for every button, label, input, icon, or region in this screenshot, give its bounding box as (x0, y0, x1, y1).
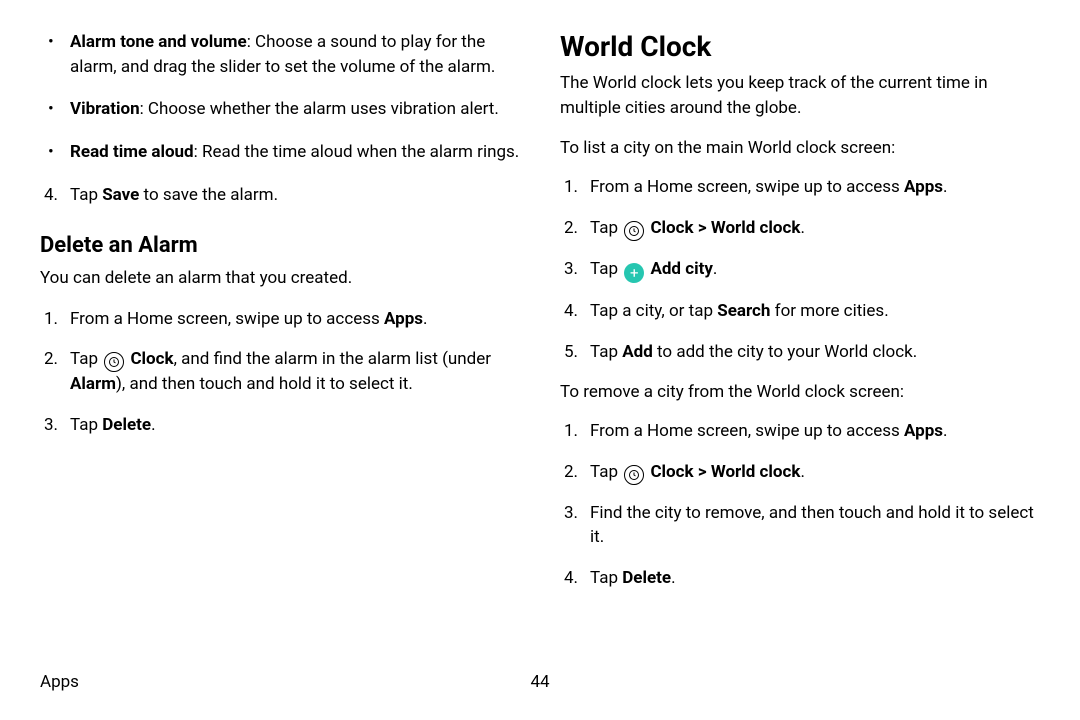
bullet-text: : Choose whether the alarm uses vibratio… (140, 99, 499, 119)
text: Tap (590, 259, 622, 279)
bold: Clock (650, 218, 693, 238)
text: Tap a city, or tap (590, 301, 717, 321)
text: . (671, 568, 675, 588)
text: . (800, 218, 804, 238)
add-city-lead: To list a city on the main World clock s… (560, 136, 1040, 161)
bold: Add (622, 342, 653, 362)
step-number: 4. (564, 299, 578, 324)
add-city-steps: 1. From a Home screen, swipe up to acces… (560, 175, 1040, 364)
bold: Delete (102, 415, 151, 435)
bullet-label: Read time aloud (70, 142, 194, 162)
delete-alarm-heading: Delete an Alarm (40, 233, 520, 258)
step-number: 2. (564, 460, 578, 485)
bullet-vibration: Vibration: Choose whether the alarm uses… (70, 97, 520, 122)
step-number: 4. (44, 183, 58, 208)
bold: Delete (622, 568, 671, 588)
text: . (943, 421, 947, 441)
text: Find the city to remove, and then touch … (590, 503, 1034, 548)
step-number: 1. (564, 175, 578, 200)
delete-steps: 1. From a Home screen, swipe up to acces… (40, 307, 520, 438)
text: , and find the alarm in the alarm list (… (174, 349, 491, 369)
text: Tap (590, 462, 622, 482)
text: ), and then touch and hold it to select … (116, 374, 413, 394)
step-text-a: Tap (70, 185, 102, 205)
left-column: Alarm tone and volume: Choose a sound to… (40, 30, 520, 607)
two-column-layout: Alarm tone and volume: Choose a sound to… (40, 30, 1040, 607)
text: From a Home screen, swipe up to access (590, 177, 904, 197)
step-number: 2. (44, 347, 58, 372)
alarm-save-step: 4. Tap Save to save the alarm. (40, 183, 520, 208)
bold: Clock (130, 349, 173, 369)
text: . (713, 259, 717, 279)
remove-city-steps: 1. From a Home screen, swipe up to acces… (560, 419, 1040, 591)
plus-icon: + (624, 263, 644, 283)
bold: World clock (711, 218, 801, 238)
text: . (800, 462, 804, 482)
text: Tap (590, 342, 622, 362)
bullet-alarm-tone: Alarm tone and volume: Choose a sound to… (70, 30, 520, 79)
world-clock-intro: The World clock lets you keep track of t… (560, 71, 1040, 120)
add-step-4: 4. Tap a city, or tap Search for more ci… (590, 299, 1040, 324)
step-save: 4. Tap Save to save the alarm. (70, 183, 520, 208)
step-number: 3. (564, 257, 578, 282)
bullet-text: : Read the time aloud when the alarm rin… (194, 142, 520, 162)
chevron-right-icon: > (694, 218, 711, 238)
bold: Alarm (70, 374, 116, 394)
step-number: 5. (564, 340, 578, 365)
footer-section: Apps (40, 672, 79, 692)
step-text-c: to save the alarm. (139, 185, 278, 205)
chevron-right-icon: > (694, 462, 711, 482)
delete-step-3: 3. Tap Delete. (70, 413, 520, 438)
remove-city-lead: To remove a city from the World clock sc… (560, 380, 1040, 405)
bold: Search (717, 301, 770, 321)
text: . (943, 177, 947, 197)
add-step-2: 2. Tap Clock > World clock. (590, 216, 1040, 241)
step-number: 4. (564, 566, 578, 591)
bullet-read-aloud: Read time aloud: Read the time aloud whe… (70, 140, 520, 165)
delete-step-2: 2. Tap Clock, and find the alarm in the … (70, 347, 520, 397)
step-number: 1. (44, 307, 58, 332)
step-number: 2. (564, 216, 578, 241)
step-bold: Save (102, 185, 139, 205)
bold: Add city (650, 259, 712, 279)
bullet-label: Alarm tone and volume (70, 32, 247, 52)
add-step-1: 1. From a Home screen, swipe up to acces… (590, 175, 1040, 200)
footer-page-number: 44 (530, 672, 549, 692)
bold: Apps (904, 177, 943, 197)
right-column: World Clock The World clock lets you kee… (560, 30, 1040, 607)
text: . (151, 415, 155, 435)
remove-step-3: 3. Find the city to remove, and then tou… (590, 501, 1040, 550)
clock-icon (624, 221, 644, 241)
clock-icon (624, 465, 644, 485)
page-footer: Apps 44 (40, 672, 1040, 692)
text: From a Home screen, swipe up to access (590, 421, 904, 441)
bullet-label: Vibration (70, 99, 140, 119)
step-number: 3. (44, 413, 58, 438)
step-number: 3. (564, 501, 578, 526)
bold: Apps (904, 421, 943, 441)
clock-icon (104, 352, 124, 372)
text: to add the city to your World clock. (653, 342, 917, 362)
text: Tap (590, 218, 622, 238)
add-step-5: 5. Tap Add to add the city to your World… (590, 340, 1040, 365)
alarm-options-bullets: Alarm tone and volume: Choose a sound to… (40, 30, 520, 165)
bold: Clock (650, 462, 693, 482)
step-number: 1. (564, 419, 578, 444)
remove-step-1: 1. From a Home screen, swipe up to acces… (590, 419, 1040, 444)
text: From a Home screen, swipe up to access (70, 309, 384, 329)
text: Tap (70, 415, 102, 435)
text: . (423, 309, 427, 329)
world-clock-heading: World Clock (560, 30, 1040, 63)
text: for more cities. (770, 301, 888, 321)
bold: Apps (384, 309, 423, 329)
text: Tap (70, 349, 102, 369)
delete-step-1: 1. From a Home screen, swipe up to acces… (70, 307, 520, 332)
delete-alarm-intro: You can delete an alarm that you created… (40, 266, 520, 291)
bold: World clock (711, 462, 801, 482)
remove-step-4: 4. Tap Delete. (590, 566, 1040, 591)
remove-step-2: 2. Tap Clock > World clock. (590, 460, 1040, 485)
text: Tap (590, 568, 622, 588)
add-step-3: 3. Tap + Add city. (590, 257, 1040, 284)
